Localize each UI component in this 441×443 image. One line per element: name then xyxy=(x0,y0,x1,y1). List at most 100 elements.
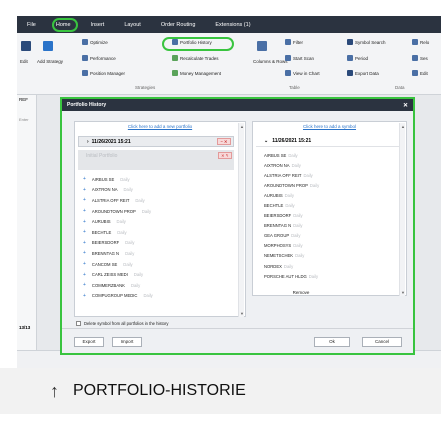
plus-icon[interactable]: + xyxy=(83,176,86,182)
portfolio-symbol-row[interactable]: + BRENNTAG N Daily xyxy=(78,248,234,259)
menu-bar: File Home Insert Layout Order Routing Ex… xyxy=(17,16,441,33)
symbol-search-button[interactable]: Symbol Search xyxy=(347,39,386,45)
ok-button[interactable]: Ok xyxy=(314,337,350,347)
plus-icon[interactable]: + xyxy=(83,197,86,203)
money-management-button[interactable]: Money Management xyxy=(172,70,221,76)
plus-icon[interactable]: + xyxy=(83,219,86,225)
portfolio-symbol-row[interactable]: + COMPUGROUP MEDIC Daily xyxy=(78,291,234,302)
plus-icon[interactable]: + xyxy=(83,187,86,193)
symbol-row[interactable]: PORSCHE AUT HLDG Daily xyxy=(256,271,400,281)
import-button[interactable]: Import xyxy=(112,337,142,347)
symbol-timeframe: Daily xyxy=(117,229,127,235)
recalculate-trades-button[interactable]: Recalculate Trades xyxy=(172,55,219,61)
edit-button[interactable]: Edit xyxy=(20,59,28,64)
portfolio-symbol-row[interactable]: + ALSTRIA OFF REIT Daily xyxy=(78,195,234,206)
symbol-timeframe: Daily xyxy=(291,162,301,168)
symbol-row[interactable]: NEMETSCHEK Daily xyxy=(256,251,400,261)
export-data-button[interactable]: Export Data xyxy=(347,70,379,76)
symbol-name: BRENNTAG N xyxy=(91,250,120,256)
plus-icon[interactable]: + xyxy=(83,282,86,288)
symbol-name: PORSCHE AUT HLDG xyxy=(264,273,307,279)
initial-portfolio-row[interactable]: Initial Portfolio ✕ ↰ xyxy=(78,150,234,170)
symbol-row[interactable]: NORDEX Daily xyxy=(256,261,400,271)
portfolio-symbol-row[interactable]: + AURUBIS Daily xyxy=(78,216,234,227)
portfolio-symbol-row[interactable]: + AIRBUS SE Daily xyxy=(78,174,234,185)
symbol-name: GEA GROUP xyxy=(264,233,290,239)
session-button[interactable]: Ses xyxy=(412,55,428,61)
remove-button[interactable]: Remove xyxy=(262,289,340,297)
plus-icon[interactable]: + xyxy=(83,240,86,246)
plus-icon[interactable]: + xyxy=(83,208,86,214)
plus-icon[interactable]: + xyxy=(83,272,86,278)
scroll-down-icon[interactable]: ▼ xyxy=(401,290,405,295)
reload-button[interactable]: Relo xyxy=(412,39,429,45)
symbol-scrollbar[interactable]: ▲ ▼ xyxy=(399,123,405,296)
export-button[interactable]: Export xyxy=(74,337,104,347)
plus-icon[interactable]: + xyxy=(83,250,86,256)
add-symbol-link[interactable]: Click here to add a symbol xyxy=(253,124,406,129)
add-portfolio-link[interactable]: Click here to add a new portfolio xyxy=(75,124,245,129)
menu-layout[interactable]: Layout xyxy=(114,22,151,28)
delete-all-checkbox[interactable] xyxy=(76,321,81,326)
symbol-row[interactable]: BRENNTAG N Daily xyxy=(256,221,400,231)
symbol-row[interactable]: AIXTRON NA Daily xyxy=(256,160,400,170)
portfolio-symbol-row[interactable]: + CARL ZEISS MEDI Daily xyxy=(78,269,234,280)
symbol-timeframe: Daily xyxy=(116,219,126,225)
delete-all-checkbox-row[interactable]: Delete symbol from all portfolios in the… xyxy=(76,321,168,326)
plus-icon[interactable]: + xyxy=(83,229,86,235)
close-icon[interactable]: ✕ xyxy=(403,102,408,109)
portfolio-symbol-row[interactable]: + BECHTLE Daily xyxy=(78,227,234,238)
symbol-row[interactable]: BEIERSDORF Daily xyxy=(256,211,400,221)
screenshot-frame: File Home Insert Layout Order Routing Ex… xyxy=(0,0,441,443)
symbol-name: AIXTRON NA xyxy=(264,162,290,168)
plus-icon[interactable]: + xyxy=(83,293,86,299)
symbol-row[interactable]: AIRBUS SE Daily xyxy=(256,150,400,160)
position-manager-button[interactable]: Position Manager xyxy=(82,70,125,76)
symbol-name: AIRBUS SE xyxy=(264,152,287,158)
remove-portfolio-icon[interactable]: − ✕ xyxy=(217,138,231,145)
menu-order-routing[interactable]: Order Routing xyxy=(151,22,206,28)
symbol-row[interactable]: MORPHOSYS Daily xyxy=(256,241,400,251)
symbol-search-icon xyxy=(347,39,353,45)
portfolio-symbol-row[interactable]: + AIXTRON NA Daily xyxy=(78,185,234,196)
filter-button[interactable]: Filter xyxy=(285,39,303,45)
menu-insert[interactable]: Insert xyxy=(81,22,115,28)
symbol-row[interactable]: ALSTRIA OFF REIT Daily xyxy=(256,170,400,180)
symbol-timeframe: Daily xyxy=(130,282,141,288)
data-group-label: Data xyxy=(395,85,405,90)
portfolio-symbol-row[interactable]: + BEIERSDORF Daily xyxy=(78,238,234,249)
symbol-row[interactable]: GEA GROUP Daily xyxy=(256,231,400,241)
portfolio-date-header[interactable]: › 11/26/2021 15:21 − ✕ xyxy=(78,136,234,147)
symbol-row[interactable]: BECHTLE Daily xyxy=(256,200,400,210)
add-strategy-button[interactable]: Add Strategy xyxy=(37,59,63,64)
start-scan-button[interactable]: Start Scan xyxy=(285,55,314,61)
columns-rows-button[interactable]: Columns & Rows xyxy=(253,59,288,64)
edit2-button[interactable]: Edit xyxy=(412,70,428,76)
scroll-down-icon[interactable]: ▼ xyxy=(240,311,244,316)
scroll-up-icon[interactable]: ▲ xyxy=(240,124,244,129)
enter-label: Enter xyxy=(19,117,29,122)
symbol-row[interactable]: AROUNDTOWN PROP Daily xyxy=(256,180,400,190)
symbol-name: COMPUGROUP MEDIC xyxy=(91,293,138,299)
portfolio-symbol-row[interactable]: + CANCOM SE Daily xyxy=(78,259,234,270)
period-button[interactable]: Period xyxy=(347,55,368,61)
menu-file[interactable]: File xyxy=(17,22,46,28)
plus-icon[interactable]: + xyxy=(83,261,86,267)
view-in-chart-button[interactable]: View in Chart xyxy=(285,70,320,76)
money-management-label: Money Management xyxy=(180,70,222,76)
remove-initial-icon[interactable]: ✕ ↰ xyxy=(218,152,232,159)
performance-button[interactable]: Performance xyxy=(82,55,116,61)
scroll-up-icon[interactable]: ▲ xyxy=(401,124,405,129)
symbol-row[interactable]: AURUBIS Daily xyxy=(256,190,400,200)
dialog-titlebar: Portfolio History ✕ xyxy=(62,99,413,111)
symbol-timeframe: Daily xyxy=(288,152,298,158)
symbol-list: AIRBUS SE Daily AIXTRON NA Daily ALSTRIA OFF… xyxy=(256,150,400,281)
optimize-button[interactable]: Optimize xyxy=(82,39,108,45)
portfolio-scrollbar[interactable]: ▲ ▼ xyxy=(238,123,244,317)
cancel-button[interactable]: Cancel xyxy=(362,337,402,347)
symbol-date-header[interactable]: ⌄ 11/26/2021 15:21 xyxy=(256,136,400,147)
period-label: Period xyxy=(355,55,369,61)
menu-extensions[interactable]: Extensions (1) xyxy=(205,22,260,28)
portfolio-symbol-row[interactable]: + AROUNDTOWN PROP Daily xyxy=(78,206,234,217)
portfolio-symbol-row[interactable]: + COMMERZBANK Daily xyxy=(78,280,234,291)
